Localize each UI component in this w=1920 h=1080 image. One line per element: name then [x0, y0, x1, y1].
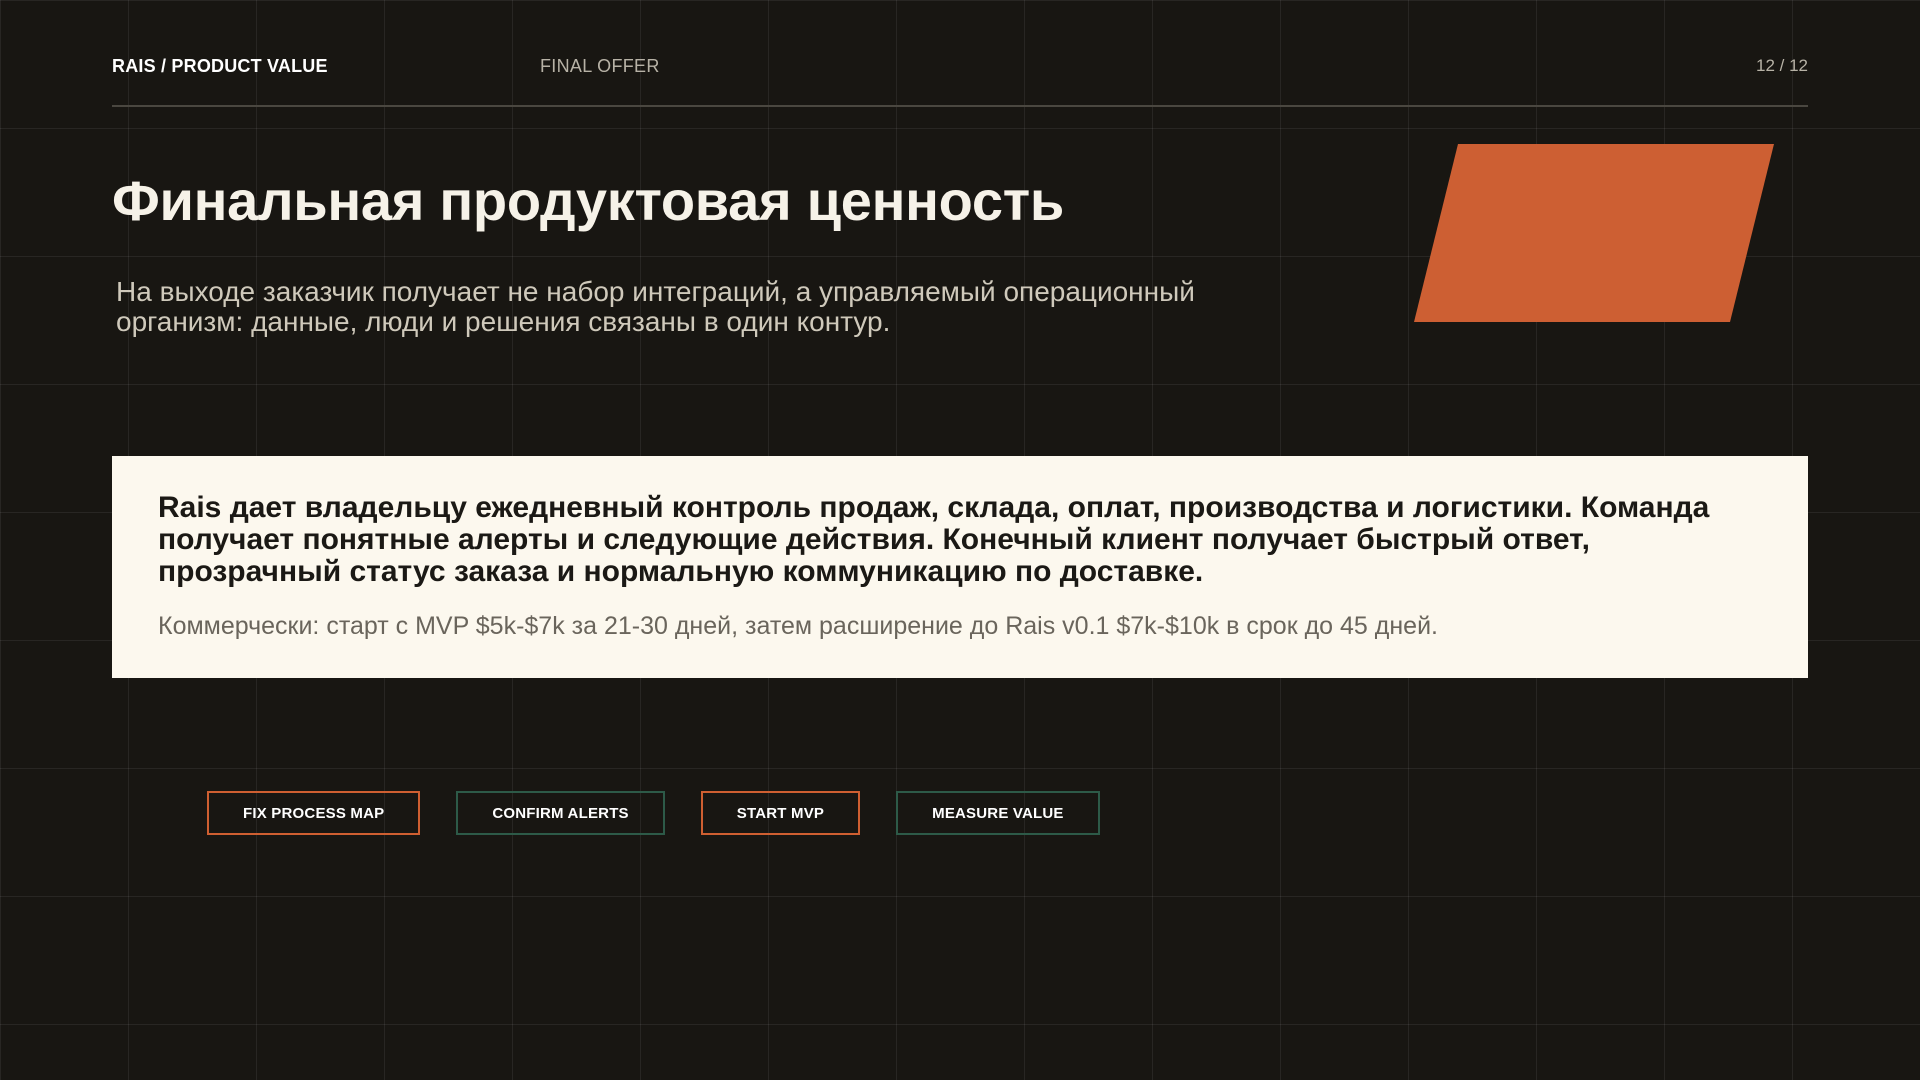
- value-card-lead: Rais дает владельцу ежедневный контроль …: [158, 491, 1710, 588]
- value-card: Rais дает владельцу ежедневный контроль …: [112, 456, 1808, 678]
- measure-value-button[interactable]: MEASURE VALUE: [896, 791, 1100, 835]
- action-buttons: FIX PROCESS MAP CONFIRM ALERTS START MVP…: [207, 791, 1100, 835]
- slide-title: Финальная продуктовая ценность: [112, 169, 1064, 232]
- page-counter: 12 / 12: [1756, 56, 1808, 75]
- confirm-alerts-button[interactable]: CONFIRM ALERTS: [456, 791, 665, 835]
- accent-parallelogram-shape: [1414, 144, 1774, 322]
- slide-header: RAIS / PRODUCT VALUE FINAL OFFER 12 / 12: [112, 50, 1808, 107]
- slide-subtitle: На выходе заказчик получает не набор инт…: [116, 276, 1195, 337]
- value-card-note: Коммерчески: старт с MVP $5k-$7k за 21-3…: [158, 612, 1438, 640]
- section-label: FINAL OFFER: [540, 56, 660, 76]
- fix-process-map-button[interactable]: FIX PROCESS MAP: [207, 791, 421, 835]
- start-mvp-button[interactable]: START MVP: [700, 791, 861, 835]
- accent-parallelogram: [1414, 144, 1774, 322]
- brand-label: RAIS / PRODUCT VALUE: [112, 56, 328, 76]
